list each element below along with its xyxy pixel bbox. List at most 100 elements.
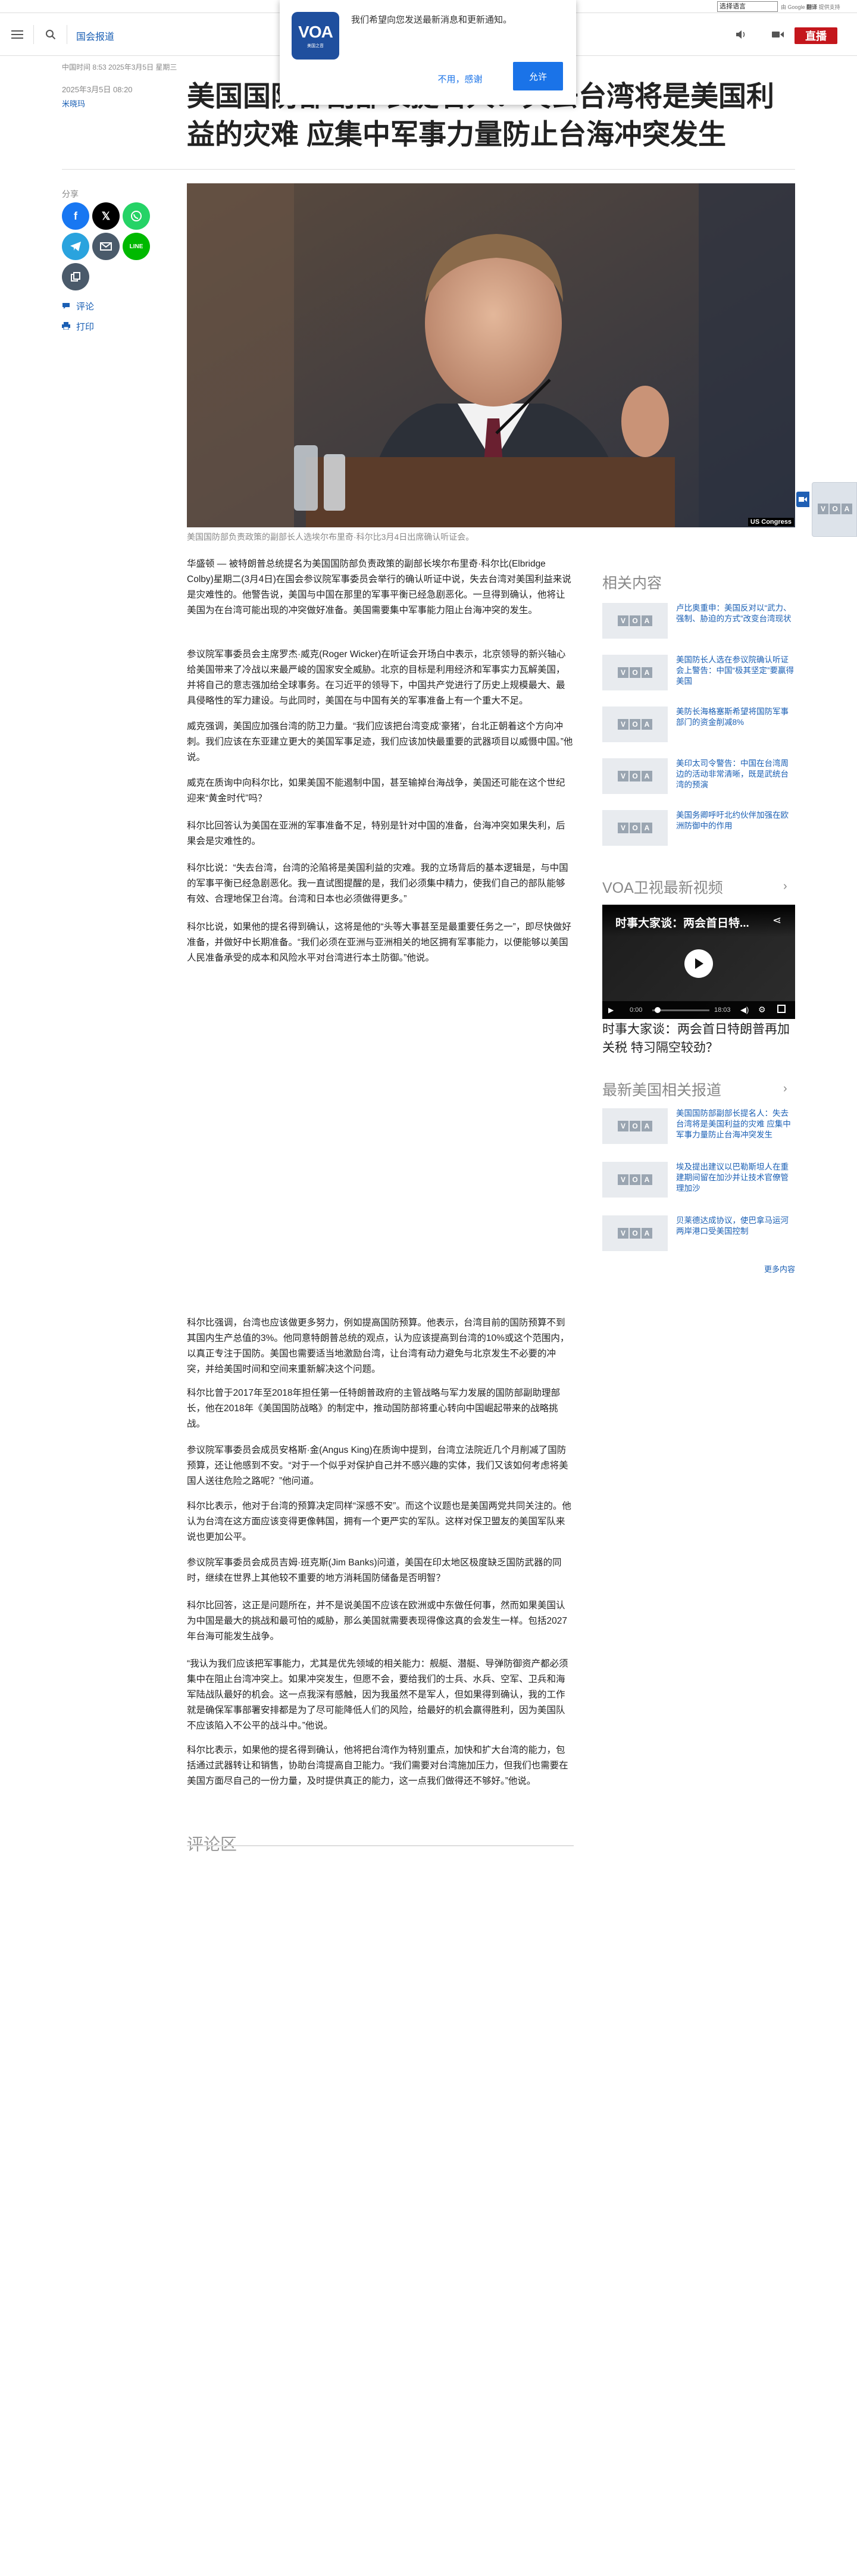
floating-voa-widget[interactable]: VOA <box>812 482 857 537</box>
paragraph: 参议院军事委员会主席罗杰·威克(Roger Wicker)在听证会开场白中表示，… <box>187 649 566 706</box>
paragraph: 威克在质询中向科尔比，如果美国不能遏制中国，甚至输掉台海战争，美国还可能在这个世… <box>187 778 565 804</box>
related-item[interactable]: VOA 美印太司令警告：中国在台湾周边的活动非常清晰，既是武统台湾的预演 <box>602 758 794 794</box>
video-scrubber[interactable] <box>655 1007 661 1013</box>
chevron-right-icon[interactable]: › <box>783 880 787 893</box>
latest-title[interactable]: 最新美国相关报道 <box>602 1078 721 1100</box>
copy-icon <box>71 272 80 282</box>
voa-logo-icon: VOA <box>817 501 853 517</box>
floating-video-tab[interactable] <box>796 492 809 507</box>
powered-prefix: 由 Google <box>781 4 805 10</box>
audio-icon[interactable] <box>726 13 756 56</box>
paragraph: 科尔比强调，台湾也应该做更多努力，例如提高国防预算。他表示，台湾目前的国防预算不… <box>187 1318 570 1374</box>
live-button[interactable]: 直播 <box>795 27 837 44</box>
article-timestamp-top: 中国时间 8:53 2025年3月5日 星期三 <box>62 63 177 71</box>
voa-logo-subtext: 美国之音 <box>307 44 324 48</box>
telegram-share-button[interactable] <box>62 233 89 260</box>
video-camera-icon[interactable] <box>763 13 793 56</box>
hero-image: US Congress <box>187 183 795 527</box>
play-button[interactable] <box>684 949 713 978</box>
video-camera-icon <box>799 497 807 502</box>
paragraph: 科尔比说：“失去台湾，台湾的沦陷将是美国利益的灾难。我的立场背后的基本逻辑是，与… <box>187 863 568 904</box>
more-link[interactable]: 更多内容 <box>764 1263 795 1274</box>
latest-headline: 埃及提出建议以巴勒斯坦人在重建期间留在加沙并让技术官僚管理加沙 <box>676 1162 789 1193</box>
header-divider <box>33 25 34 44</box>
powered-brand[interactable]: 翻译 <box>806 4 817 10</box>
image-caption: 美国国防部负责政策的副部长人选埃尔布里奇·科尔比3月4日出席确认听证会。 <box>187 532 474 542</box>
voa-logo-icon: VOA <box>617 768 653 784</box>
paragraph: 科尔比表示，如果他的提名得到确认，他将把台湾作为特别重点，加快和扩大台湾的能力，… <box>187 1745 568 1786</box>
whatsapp-share-button[interactable] <box>123 202 150 230</box>
latest-headline: 贝莱德达成协议，使巴拿马运河两岸港口受美国控制 <box>676 1216 789 1236</box>
video-current-time: 0:00 <box>630 1006 643 1014</box>
email-share-button[interactable] <box>92 233 120 260</box>
title-divider <box>62 169 795 170</box>
related-thumbnail: VOA <box>602 603 668 639</box>
x-icon: 𝕏 <box>101 210 111 222</box>
notification-message: 我们希望向您发送最新消息和更新通知。 <box>351 15 512 25</box>
section-link[interactable]: 国会报道 <box>76 29 114 43</box>
latest-item[interactable]: VOA 埃及提出建议以巴勒斯坦人在重建期间留在加沙并让技术官僚管理加沙 <box>602 1162 794 1198</box>
settings-icon[interactable]: ⚙ <box>758 1005 766 1015</box>
translate-powered-by: 由 Google 翻译 提供支持 <box>781 3 840 11</box>
comments-link[interactable]: 评论 <box>62 300 94 312</box>
video-progress[interactable] <box>652 1009 709 1011</box>
print-link[interactable]: 打印 <box>62 320 94 333</box>
related-headline: 卢比奥重申：美国反对以“武力、强制、胁迫的方式”改变台湾现状 <box>676 604 792 623</box>
print-link-label: 打印 <box>76 322 95 332</box>
video-total-time: 18:03 <box>714 1006 731 1014</box>
play-icon <box>695 958 703 969</box>
decline-button[interactable]: 不用，感谢 <box>432 67 488 90</box>
line-icon: LINE <box>129 243 143 250</box>
related-item[interactable]: VOA 美国务卿呼吁北约伙伴加强在欧洲防御中的作用 <box>602 810 794 846</box>
voa-logo-icon: VOA <box>617 1171 653 1188</box>
powered-suffix: 提供支持 <box>818 4 840 10</box>
latest-headline: 美国国防部副部长提名人：失去台湾将是美国利益的灾难 应集中军事力量防止台海冲突发… <box>676 1109 791 1139</box>
video-section-title[interactable]: VOA卫视最新视频 <box>602 876 723 898</box>
related-headline: 美防长海格塞斯希望将国防军事部门的资金削减8% <box>676 707 789 727</box>
related-thumbnail: VOA <box>602 758 668 794</box>
facebook-share-button[interactable]: f <box>62 202 89 230</box>
latest-item[interactable]: VOA 美国国防部副部长提名人：失去台湾将是美国利益的灾难 应集中军事力量防止台… <box>602 1108 794 1144</box>
menu-icon[interactable] <box>2 13 32 56</box>
copy-link-button[interactable] <box>62 263 89 290</box>
notification-prompt: VOA 美国之音 我们希望向您发送最新消息和更新通知。 不用，感谢 允许 <box>280 0 576 105</box>
paragraph: 科尔比回答认为美国在亚洲的军事准备不足，特别是针对中国的准备，台海冲突如果失利，… <box>187 821 565 846</box>
allow-button[interactable]: 允许 <box>513 62 563 90</box>
voa-logo-icon: VOA <box>617 820 653 836</box>
language-select[interactable]: 选择语言 <box>717 1 778 12</box>
related-headline: 美国防长人选在参议院确认听证会上警告：中国“极其坚定”要赢得美国 <box>676 655 794 686</box>
paragraph: 科尔比说，如果他的提名得到确认，这将是他的“头等大事甚至是最重要任务之一”，即尽… <box>187 922 571 963</box>
voa-logo-icon: VOA <box>617 1118 653 1134</box>
comments-divider <box>187 1845 574 1846</box>
x-share-button[interactable]: 𝕏 <box>92 202 120 230</box>
related-headline: 美国务卿呼吁北约伙伴加强在欧洲防御中的作用 <box>676 811 789 830</box>
paragraph: 科尔比表示，他对于台湾的预算决定同样“深感不安”。而这个议题也是美国两党共同关注… <box>187 1501 571 1542</box>
paragraph: 威克强调，美国应加强台湾的防卫力量。“我们应该把台湾变成‘豪猪’，台北正朝着这个… <box>187 721 573 762</box>
paragraph: 科尔比曾于2017年至2018年担任第一任特朗普政府的主管战略与军力发展的国防部… <box>187 1388 560 1429</box>
voa-logo-icon: VOA <box>617 664 653 681</box>
line-share-button[interactable]: LINE <box>123 233 150 260</box>
facebook-icon: f <box>74 210 77 222</box>
comments-link-label: 评论 <box>76 302 95 312</box>
latest-item[interactable]: VOA 贝莱德达成协议，使巴拿马运河两岸港口受美国控制 <box>602 1215 794 1251</box>
related-item[interactable]: VOA 美防长海格塞斯希望将国防军事部门的资金削减8% <box>602 706 794 742</box>
video-title[interactable]: 时事大家谈：两会首日特朗普再加关税 特习隔空较劲？ <box>602 1020 795 1057</box>
voa-logo-text: VOA <box>298 23 333 41</box>
voa-logo-icon: VOA <box>617 612 653 629</box>
related-thumbnail: VOA <box>602 655 668 690</box>
fullscreen-icon[interactable] <box>777 1005 786 1013</box>
voa-logo: VOA 美国之音 <box>292 12 339 60</box>
chevron-right-icon[interactable]: › <box>783 1082 787 1096</box>
related-item[interactable]: VOA 卢比奥重申：美国反对以“武力、强制、胁迫的方式”改变台湾现状 <box>602 603 794 639</box>
video-overlay-title: 时事大家谈：两会首日特... <box>615 917 749 930</box>
paragraph: “我认为我们应该把军事能力，尤其是优先领域的相关能力：舰艇、潜艇、导弹防御资产都… <box>187 1659 568 1731</box>
search-icon[interactable] <box>36 13 65 56</box>
related-item[interactable]: VOA 美国防长人选在参议院确认听证会上警告：中国“极其坚定”要赢得美国 <box>602 655 794 690</box>
voa-logo-icon: VOA <box>617 716 653 733</box>
author-link[interactable]: 米晓玛 <box>62 98 85 109</box>
control-play-icon[interactable]: ▶ <box>608 1006 614 1014</box>
paragraph: 参议院军事委员会成员安格斯·金(Angus King)在质询中提到，台湾立法院近… <box>187 1445 568 1486</box>
volume-icon[interactable]: ◀) <box>740 1005 749 1015</box>
share-icon[interactable]: ⋖ <box>772 914 781 927</box>
video-player[interactable]: 时事大家谈：两会首日特... ⋖ ▶ 0:00 18:03 ◀) ⚙ <box>602 905 795 1019</box>
